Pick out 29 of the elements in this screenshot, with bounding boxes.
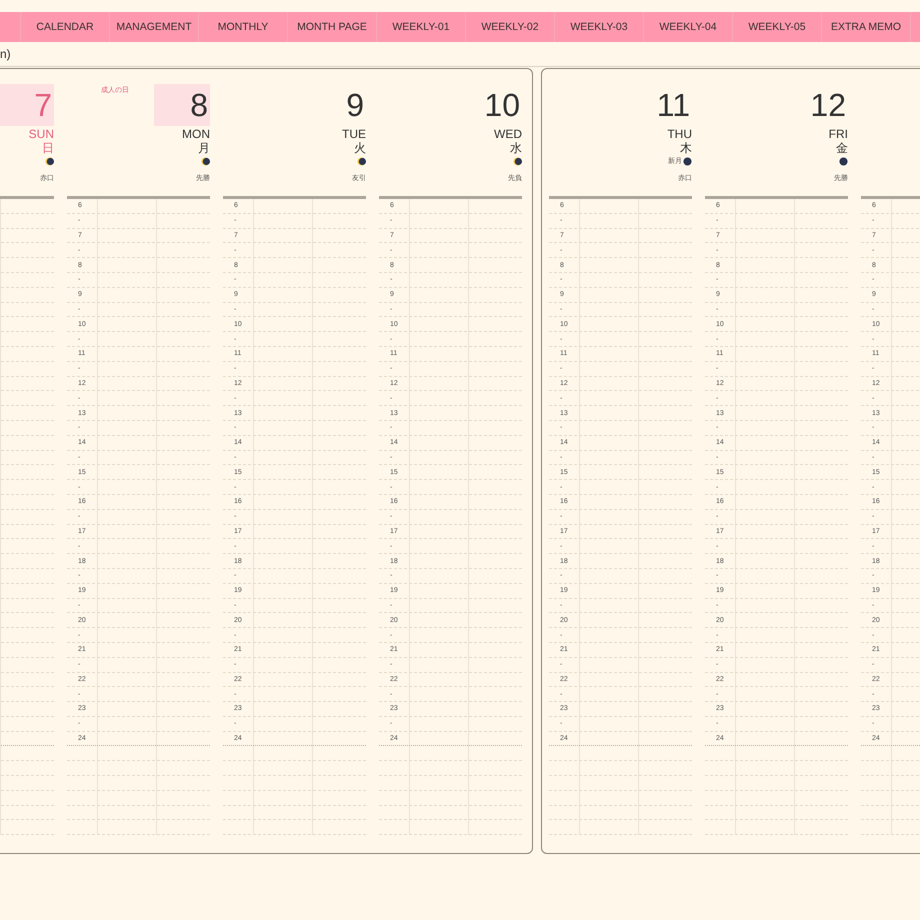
- caption-text: n): [0, 47, 11, 61]
- tab[interactable]: WEEKLY-05: [733, 12, 822, 42]
- tab[interactable]: CALENDAR: [21, 12, 110, 42]
- weekday-label: SUN: [28, 127, 54, 141]
- weekday-kanji: 火: [354, 141, 366, 155]
- tab[interactable]: WEEKLY-01: [377, 12, 466, 42]
- tab[interactable]: WEEKLY-03: [555, 12, 644, 42]
- weekday-kanji: 木: [680, 141, 692, 155]
- weekday-label: MON: [182, 127, 210, 141]
- weekday-label: WED: [494, 127, 522, 141]
- weekday-label: FRI: [828, 127, 848, 141]
- date-number: 12: [810, 89, 847, 121]
- date-number: 10: [484, 89, 521, 121]
- date-number: 9: [346, 89, 365, 121]
- weekday-label: THU: [667, 127, 692, 141]
- tab[interactable]: WEEKLY-04: [644, 12, 733, 42]
- tab[interactable]: MONTH PAGE: [288, 12, 377, 42]
- tab[interactable]: WEEKLY-02: [466, 12, 555, 42]
- date-number: 8: [190, 89, 209, 121]
- weekday-kanji: 金: [836, 141, 848, 155]
- weekday-kanji: 月: [198, 141, 210, 155]
- date-number: 7: [34, 89, 53, 121]
- weekday-kanji: 水: [510, 141, 522, 155]
- tab[interactable]: EXTRA MEMO: [822, 12, 911, 42]
- tab[interactable]: MONTHLY: [199, 12, 288, 42]
- weekday-label: TUE: [342, 127, 366, 141]
- date-number: 11: [656, 89, 691, 121]
- tab[interactable]: MANAGEMENT: [110, 12, 199, 42]
- weekday-kanji: 日: [42, 141, 54, 155]
